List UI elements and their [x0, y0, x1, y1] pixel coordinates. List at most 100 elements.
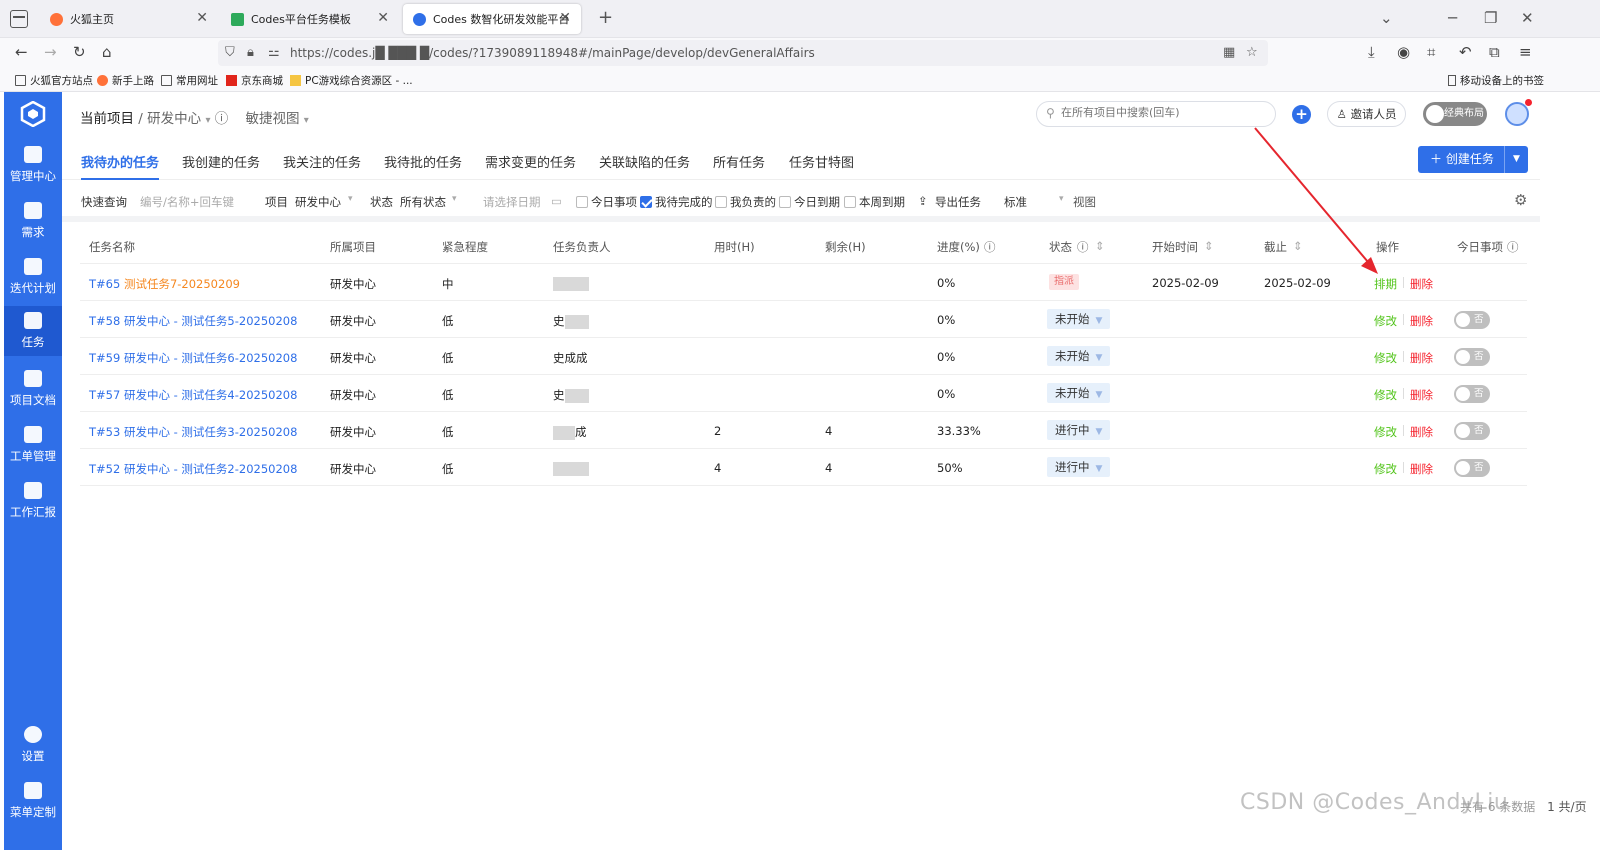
tab-overflow-chevron-icon[interactable]: ⌄	[1380, 9, 1393, 27]
checkbox-box[interactable]	[844, 196, 856, 208]
status-badge[interactable]: 指派	[1049, 274, 1079, 290]
sort-icon[interactable]: ⇕	[1204, 239, 1214, 253]
app-menu-icon[interactable]: ≡	[1519, 43, 1532, 61]
checkbox-box[interactable]	[779, 196, 791, 208]
sidebar-item-project-docs[interactable]: 项目文档	[4, 364, 62, 414]
bookmark-star-icon[interactable]: ☆	[1246, 45, 1258, 60]
checkbox-due-today[interactable]: 今日到期	[779, 194, 840, 210]
help-icon[interactable]: ⓘ	[1507, 239, 1519, 255]
edit-button[interactable]: 修改	[1374, 313, 1397, 329]
today-item-toggle[interactable]: 否	[1454, 311, 1490, 329]
task-title-link[interactable]: T#65 测试任务7-20250209	[89, 276, 240, 292]
table-row[interactable]: T#59 研发中心 - 测试任务6-20250208 研发中心 低 史成成 0%…	[80, 338, 1527, 375]
qr-code-icon[interactable]: ▦	[1223, 45, 1235, 60]
close-icon[interactable]: ✕	[559, 10, 571, 26]
task-title-link[interactable]: T#57 研发中心 - 测试任务4-20250208	[89, 387, 297, 403]
help-icon[interactable]: ⓘ	[215, 111, 229, 127]
browser-tab-firefox-home[interactable]: 火狐主页 ✕	[40, 4, 218, 34]
today-item-toggle[interactable]: 否	[1454, 422, 1490, 440]
undo-icon[interactable]: ↶	[1459, 43, 1472, 61]
status-select[interactable]: 未开始 ▼	[1047, 346, 1111, 366]
close-icon[interactable]: ✕	[196, 10, 208, 26]
status-select[interactable]: 未开始 ▼	[1047, 383, 1111, 403]
edit-button[interactable]: 修改	[1374, 387, 1397, 403]
sidebar-item-tasks[interactable]: 任务	[4, 306, 62, 356]
account-icon[interactable]: ◉	[1397, 43, 1410, 61]
checkbox-box-checked[interactable]	[640, 196, 652, 208]
tab-created-by-me[interactable]: 我创建的任务	[182, 152, 260, 171]
quick-add-icon[interactable]: +	[1292, 105, 1311, 124]
bookmark-common-sites[interactable]: 常用网址	[161, 73, 218, 88]
sidebar-item-management[interactable]: 管理中心	[4, 140, 62, 190]
permissions-icon[interactable]: ⚍	[268, 45, 280, 60]
reload-icon[interactable]: ↻	[73, 43, 86, 61]
codes-logo-icon[interactable]	[20, 101, 46, 127]
tab-my-todo[interactable]: 我待办的任务	[81, 152, 160, 180]
standard-view-select[interactable]: 标准	[1004, 194, 1027, 210]
extensions-icon[interactable]: ⧉	[1489, 43, 1500, 61]
global-search[interactable]: ⚲	[1036, 101, 1276, 127]
user-avatar[interactable]	[1505, 99, 1532, 126]
invite-members-button[interactable]: ♙ 邀请人员	[1327, 101, 1406, 127]
export-icon[interactable]: ⇪	[918, 194, 928, 208]
today-item-toggle[interactable]: 否	[1454, 459, 1490, 477]
tab-gantt[interactable]: 任务甘特图	[789, 152, 854, 171]
delete-button[interactable]: 删除	[1410, 387, 1433, 403]
shield-icon[interactable]: ⛉	[225, 45, 235, 60]
agile-view-switch[interactable]: 敏捷视图	[245, 111, 299, 127]
sidebar-item-requirements[interactable]: 需求	[4, 196, 62, 246]
sidebar-item-tickets[interactable]: 工单管理	[4, 420, 62, 470]
today-item-toggle[interactable]: 否	[1454, 385, 1490, 403]
bookmark-mobile[interactable]: 移动设备上的书签	[1448, 73, 1544, 88]
chevron-down-icon[interactable]: ▾	[304, 115, 309, 126]
project-switcher[interactable]: 研发中心	[147, 111, 201, 127]
sort-icon[interactable]: ⇕	[1293, 239, 1303, 253]
help-icon[interactable]: ⓘ	[984, 239, 996, 255]
address-bar[interactable]: ⛉ 🔒︎ ⚍ https://codes.j█ ███ █/codes/?173…	[218, 40, 1268, 66]
checkbox-box[interactable]	[715, 196, 727, 208]
tab-pending-approval[interactable]: 我待批的任务	[384, 152, 462, 171]
task-title-link[interactable]: T#52 研发中心 - 测试任务2-20250208	[89, 461, 297, 477]
view-select[interactable]: 视图	[1073, 194, 1096, 210]
page-indicator[interactable]: 1 共/页	[1547, 800, 1587, 814]
edit-button[interactable]: 修改	[1374, 424, 1397, 440]
sidebar-item-iteration[interactable]: 迭代计划	[4, 252, 62, 302]
task-title-link[interactable]: T#53 研发中心 - 测试任务3-20250208	[89, 424, 297, 440]
chevron-down-icon[interactable]: ▾	[348, 194, 353, 204]
delete-button[interactable]: 删除	[1410, 461, 1433, 477]
chevron-down-icon[interactable]: ▾	[1059, 194, 1064, 204]
table-row[interactable]: T#52 研发中心 - 测试任务2-20250208 研发中心 低 4 4 50…	[80, 449, 1527, 486]
lock-icon[interactable]: 🔒︎	[247, 45, 254, 60]
window-close-icon[interactable]: ✕	[1521, 9, 1534, 27]
sidebar-item-menu-custom[interactable]: 菜单定制	[4, 776, 62, 826]
task-title-link[interactable]: T#58 研发中心 - 测试任务5-20250208	[89, 313, 297, 329]
task-title-link[interactable]: T#59 研发中心 - 测试任务6-20250208	[89, 350, 297, 366]
browser-tab-codes[interactable]: Codes 数智化研发效能平台 ✕	[403, 4, 581, 34]
forward-icon[interactable]: →	[44, 43, 57, 61]
today-item-toggle[interactable]: 否	[1454, 348, 1490, 366]
delete-button[interactable]: 删除	[1410, 424, 1433, 440]
checkbox-responsible[interactable]: 我负责的	[715, 194, 776, 210]
quick-query-input[interactable]: 编号/名称+回车键	[140, 194, 234, 210]
downloads-icon[interactable]: ⤓	[1368, 43, 1375, 61]
project-filter-select[interactable]: 研发中心	[295, 194, 341, 210]
screenshot-icon[interactable]: ⌗	[1427, 43, 1435, 61]
status-select[interactable]: 进行中 ▼	[1047, 420, 1111, 440]
restore-icon[interactable]: ❐	[1484, 9, 1497, 27]
bookmark-getting-started[interactable]: 新手上路	[97, 73, 154, 88]
status-select[interactable]: 进行中 ▼	[1047, 457, 1111, 477]
new-tab-icon[interactable]: +	[598, 7, 613, 28]
export-tasks-button[interactable]: 导出任务	[935, 194, 981, 210]
checkbox-due-this-week[interactable]: 本周到期	[844, 194, 905, 210]
table-row[interactable]: T#57 研发中心 - 测试任务4-20250208 研发中心 低 史 0% 未…	[80, 375, 1527, 412]
classic-layout-toggle[interactable]: 经典布局	[1423, 102, 1487, 126]
create-task-button[interactable]: ＋ 创建任务 ▼	[1418, 146, 1528, 173]
bookmark-jd[interactable]: 京东商城	[226, 73, 283, 88]
calendar-icon[interactable]: ▭	[551, 194, 562, 208]
sidebar-item-settings[interactable]: 设置	[4, 720, 62, 770]
minimize-icon[interactable]: ─	[1448, 9, 1457, 27]
delete-button[interactable]: 删除	[1410, 313, 1433, 329]
tab-linked-defects[interactable]: 关联缺陷的任务	[599, 152, 690, 171]
status-select[interactable]: 未开始 ▼	[1047, 309, 1111, 329]
schedule-button[interactable]: 排期	[1374, 276, 1397, 292]
